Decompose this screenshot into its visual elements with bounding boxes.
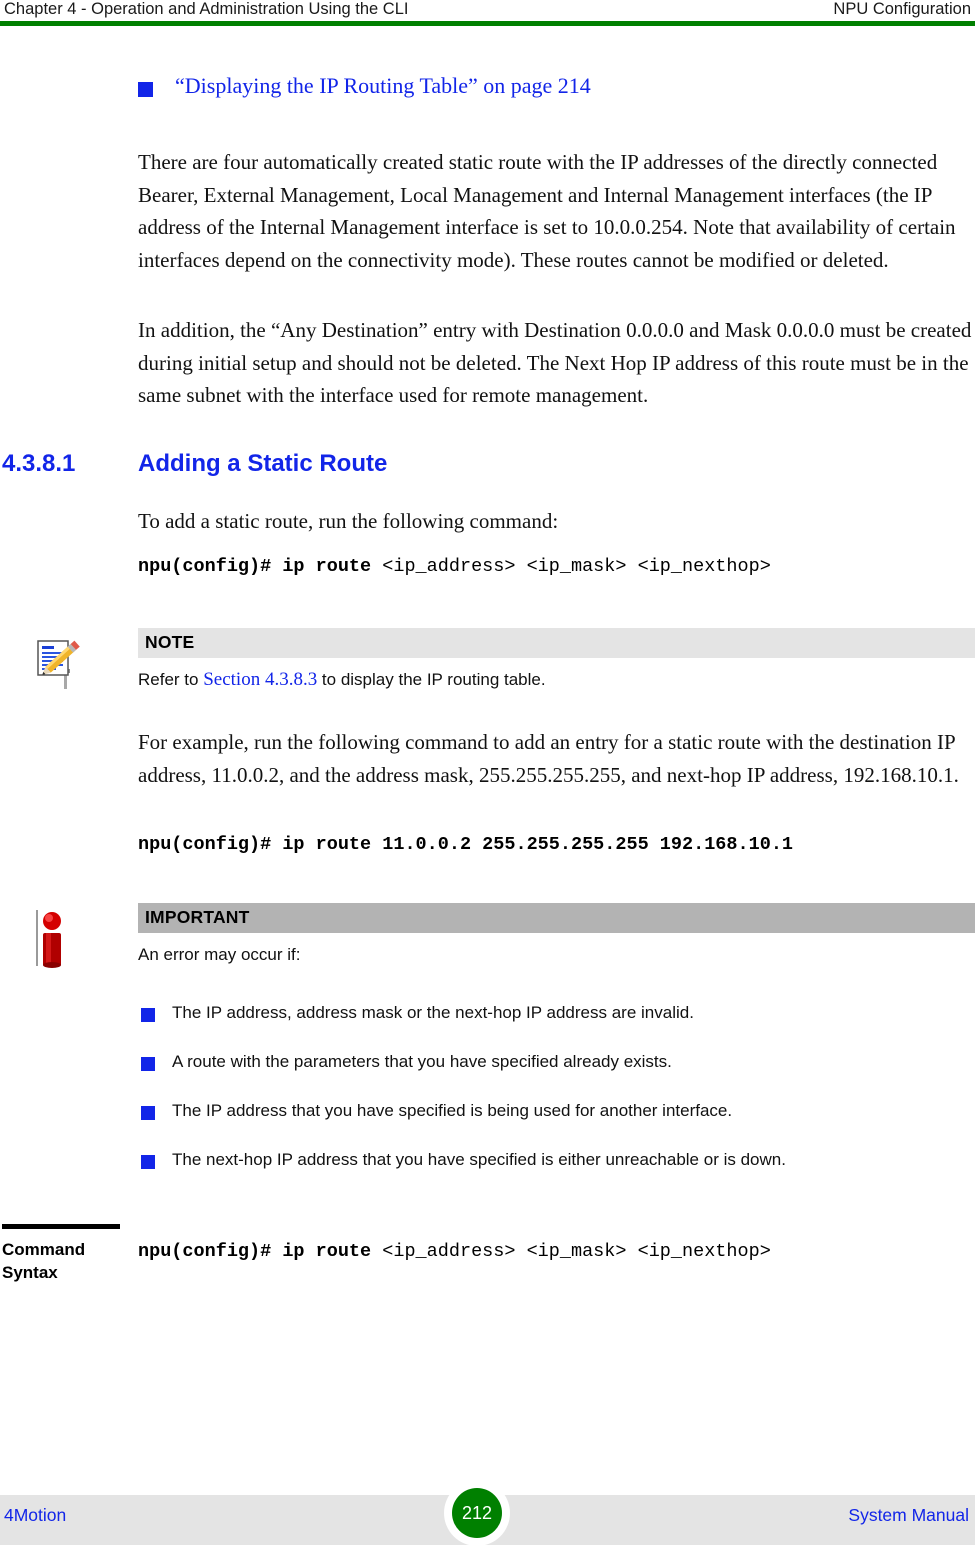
command-syntax-block-arguments: <ip_address> <ip_mask> <ip_nexthop> [382, 1241, 771, 1262]
command-syntax-line: npu(config)# ip route <ip_address> <ip_m… [138, 556, 771, 577]
important-bullet-item: The IP address that you have specified i… [138, 1101, 958, 1127]
important-bullet-item: The next-hop IP address that you have sp… [138, 1150, 958, 1176]
command-syntax-label-line1: Command [2, 1240, 86, 1259]
note-text-after-link: to display the IP routing table. [317, 670, 546, 689]
blue-square-bullet-icon [141, 1106, 155, 1120]
important-title: IMPORTANT [145, 907, 250, 927]
note-title: NOTE [145, 632, 195, 652]
footer-manual-name[interactable]: System Manual [848, 1505, 969, 1526]
important-bullet-label: The IP address that you have specified i… [172, 1101, 733, 1120]
cross-reference-item[interactable]: “Displaying the IP Routing Table” on pag… [138, 73, 938, 104]
important-bullet-item: The IP address, address mask or the next… [138, 1003, 958, 1029]
important-bullet-label: The next-hop IP address that you have sp… [172, 1150, 786, 1169]
paragraph-add-static-route: To add a static route, run the following… [138, 509, 559, 533]
command-example-line: npu(config)# ip route 11.0.0.2 255.255.2… [138, 834, 793, 855]
command-syntax-label-line2: Syntax [2, 1263, 58, 1282]
important-intro-text: An error may occur if: [138, 945, 301, 964]
note-header-band: NOTE [138, 628, 975, 658]
command-syntax-block-line: npu(config)# ip route <ip_address> <ip_m… [138, 1241, 771, 1262]
section-heading: 4.3.8.1 Adding a Static Route [0, 450, 975, 484]
cross-reference-link[interactable]: “Displaying the IP Routing Table” on pag… [175, 73, 591, 99]
note-body-text: Refer to Section 4.3.8.3 to display the … [138, 668, 968, 692]
paragraph-static-routes: There are four automatically created sta… [138, 150, 956, 272]
command-example-arguments: 11.0.0.2 255.255.255.255 192.168.10.1 [382, 834, 794, 855]
blue-square-bullet-icon [141, 1057, 155, 1071]
blue-square-bullet-icon [141, 1008, 155, 1022]
important-bullet-label: The IP address, address mask or the next… [172, 1003, 694, 1022]
blue-square-bullet-icon [141, 1155, 155, 1169]
note-section-link[interactable]: Section 4.3.8.3 [203, 669, 317, 690]
paragraph-example: For example, run the following command t… [138, 730, 959, 787]
command-syntax-rule [2, 1224, 120, 1229]
command-prompt: npu(config)# ip route [138, 556, 383, 577]
blue-square-bullet-icon [138, 82, 153, 97]
command-syntax-block-prompt: npu(config)# ip route [138, 1241, 383, 1262]
header-section-title: NPU Configuration [833, 0, 971, 18]
footer-page-number: 212 [452, 1488, 502, 1538]
header-chapter-title: Chapter 4 - Operation and Administration… [4, 0, 409, 18]
paragraph-any-destination: In addition, the “Any Destination” entry… [138, 318, 972, 407]
command-example-prompt: npu(config)# ip route [138, 834, 383, 855]
note-text-before-link: Refer to [138, 670, 204, 689]
important-header-band: IMPORTANT [138, 903, 975, 933]
important-bullet-item: A route with the parameters that you hav… [138, 1052, 958, 1078]
section-title: Adding a Static Route [138, 450, 388, 477]
note-pencil-icon [30, 633, 92, 695]
header-green-rule [0, 21, 975, 26]
important-info-icon [30, 906, 92, 972]
footer-product-name[interactable]: 4Motion [4, 1505, 66, 1526]
command-arguments: <ip_address> <ip_mask> <ip_nexthop> [382, 556, 771, 577]
section-number: 4.3.8.1 [2, 450, 76, 477]
command-syntax-label: Command Syntax [2, 1238, 132, 1284]
important-bullet-label: A route with the parameters that you hav… [172, 1052, 672, 1071]
